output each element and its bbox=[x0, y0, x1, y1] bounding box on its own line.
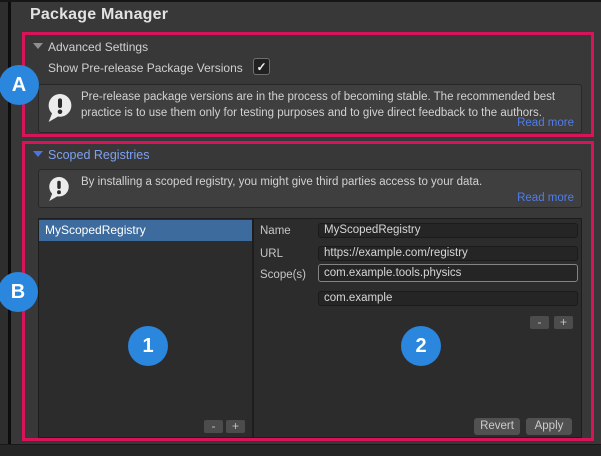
page-title: Package Manager bbox=[30, 6, 168, 24]
callout-badge-a: A bbox=[0, 65, 39, 105]
package-manager-settings-window: Package Manager Advanced Settings Show P… bbox=[0, 0, 601, 456]
prerelease-info-text: Pre-release package versions are in the … bbox=[81, 90, 569, 121]
prerelease-info-box: Pre-release package versions are in the … bbox=[38, 84, 582, 133]
scope-input[interactable]: com.example bbox=[318, 291, 578, 306]
checkmark-icon: ✓ bbox=[256, 60, 266, 74]
pane-divider bbox=[252, 218, 254, 438]
scoped-registry-info-box: By installing a scoped registry, you mig… bbox=[38, 169, 582, 208]
foldout-arrow-icon[interactable] bbox=[33, 151, 43, 157]
url-field-label: URL bbox=[260, 248, 283, 260]
apply-button[interactable]: Apply bbox=[526, 418, 572, 435]
scope-remove-button[interactable]: - bbox=[530, 316, 549, 329]
scoped-registry-info-text: By installing a scoped registry, you mig… bbox=[81, 175, 569, 191]
foldout-arrow-icon[interactable] bbox=[33, 43, 43, 49]
url-input[interactable]: https://example.com/registry bbox=[318, 246, 578, 261]
name-field-label: Name bbox=[260, 225, 291, 237]
info-speech-bubble-icon bbox=[46, 93, 74, 123]
info-speech-bubble-icon bbox=[47, 176, 71, 202]
read-more-link[interactable]: Read more bbox=[517, 192, 574, 204]
scopes-field-label: Scope(s) bbox=[260, 269, 306, 281]
registry-add-button[interactable]: + bbox=[226, 420, 245, 433]
read-more-link[interactable]: Read more bbox=[517, 117, 574, 129]
scoped-registries-foldout[interactable]: Scoped Registries bbox=[48, 148, 149, 162]
registry-list-item-selected[interactable]: MyScopedRegistry bbox=[39, 220, 252, 241]
prerelease-checkbox-label: Show Pre-release Package Versions bbox=[48, 61, 243, 75]
scope-add-button[interactable]: + bbox=[554, 316, 573, 329]
registry-remove-button[interactable]: - bbox=[204, 420, 223, 433]
advanced-settings-foldout[interactable]: Advanced Settings bbox=[48, 40, 148, 54]
name-input[interactable]: MyScopedRegistry bbox=[318, 223, 578, 238]
prerelease-checkbox[interactable]: ✓ bbox=[253, 58, 270, 75]
callout-badge-2: 2 bbox=[401, 326, 441, 366]
revert-button[interactable]: Revert bbox=[474, 418, 520, 435]
callout-badge-1: 1 bbox=[128, 326, 168, 366]
window-bottom-strip bbox=[0, 444, 601, 456]
scope-input-focused[interactable]: com.example.tools.physics bbox=[318, 264, 578, 282]
window-top-border bbox=[0, 0, 601, 2]
